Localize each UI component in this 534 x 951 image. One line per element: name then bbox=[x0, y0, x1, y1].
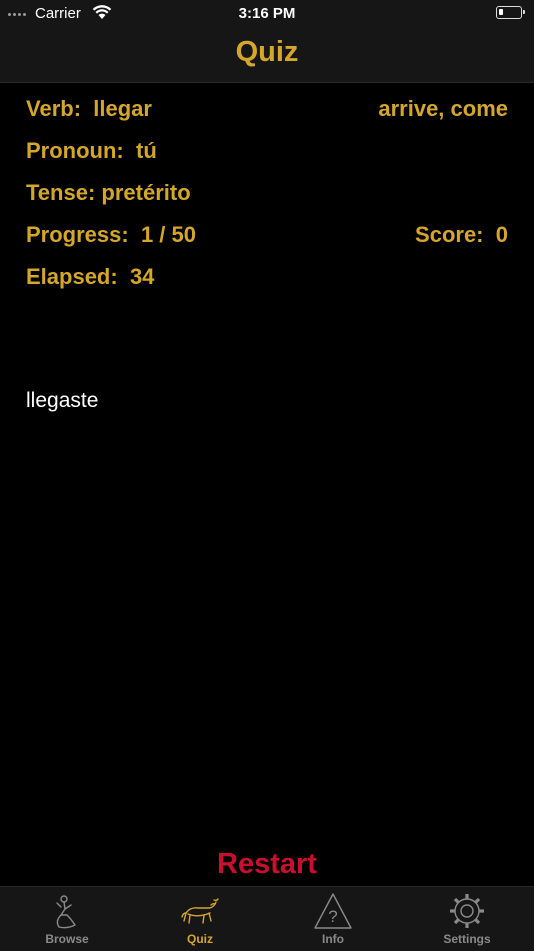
tab-browse[interactable]: Browse bbox=[17, 891, 117, 946]
score: Score: 0 bbox=[415, 220, 508, 250]
tab-bar: Browse Quiz ? Info Settings bbox=[0, 886, 534, 951]
progress-label: Progress: bbox=[26, 222, 129, 247]
verb-meaning: arrive, come bbox=[378, 96, 508, 121]
progress-row: Progress: 1 / 50 Score: 0 bbox=[26, 220, 508, 250]
elapsed-label: Elapsed: bbox=[26, 264, 118, 289]
tab-settings-label: Settings bbox=[443, 932, 491, 946]
tab-quiz-label: Quiz bbox=[187, 932, 213, 946]
question-triangle-icon: ? bbox=[314, 893, 352, 929]
restart-button[interactable]: Restart bbox=[0, 848, 534, 881]
navigation-bar: Quiz bbox=[0, 28, 534, 83]
tab-settings[interactable]: Settings bbox=[417, 891, 517, 946]
verb-value: llegar bbox=[93, 96, 152, 121]
elapsed-value: 34 bbox=[129, 264, 155, 289]
tab-info[interactable]: ? Info bbox=[283, 891, 383, 946]
battery-icon bbox=[496, 6, 525, 19]
bull-icon bbox=[181, 898, 219, 924]
score-value: 0 bbox=[495, 222, 508, 247]
pronoun-label: Pronoun: bbox=[26, 138, 124, 163]
status-bar: Carrier 3:16 PM bbox=[0, 0, 534, 28]
progress-value: 1 / 50 bbox=[140, 222, 196, 247]
score-label: Score: bbox=[415, 222, 484, 247]
elapsed-row: Elapsed: 34 bbox=[26, 262, 508, 292]
dancer-icon bbox=[56, 895, 76, 929]
tab-quiz[interactable]: Quiz bbox=[150, 891, 250, 946]
tense-label: Tense: bbox=[26, 180, 96, 205]
verb-label: Verb: bbox=[26, 96, 82, 121]
status-time: 3:16 PM bbox=[238, 5, 296, 22]
tense-row: Tense: pretérito bbox=[26, 178, 508, 208]
page-title: Quiz bbox=[235, 36, 299, 68]
svg-text:?: ? bbox=[328, 907, 337, 926]
tense-value: pretérito bbox=[101, 180, 191, 205]
pronoun-value: tú bbox=[136, 138, 157, 163]
tab-browse-label: Browse bbox=[45, 932, 89, 946]
answer-text[interactable]: llegaste bbox=[26, 389, 98, 413]
tab-info-label: Info bbox=[322, 932, 344, 946]
verb-row: Verb: llegar arrive, come bbox=[26, 94, 508, 124]
gear-icon bbox=[450, 894, 484, 928]
pronoun-row: Pronoun: tú bbox=[26, 136, 508, 166]
